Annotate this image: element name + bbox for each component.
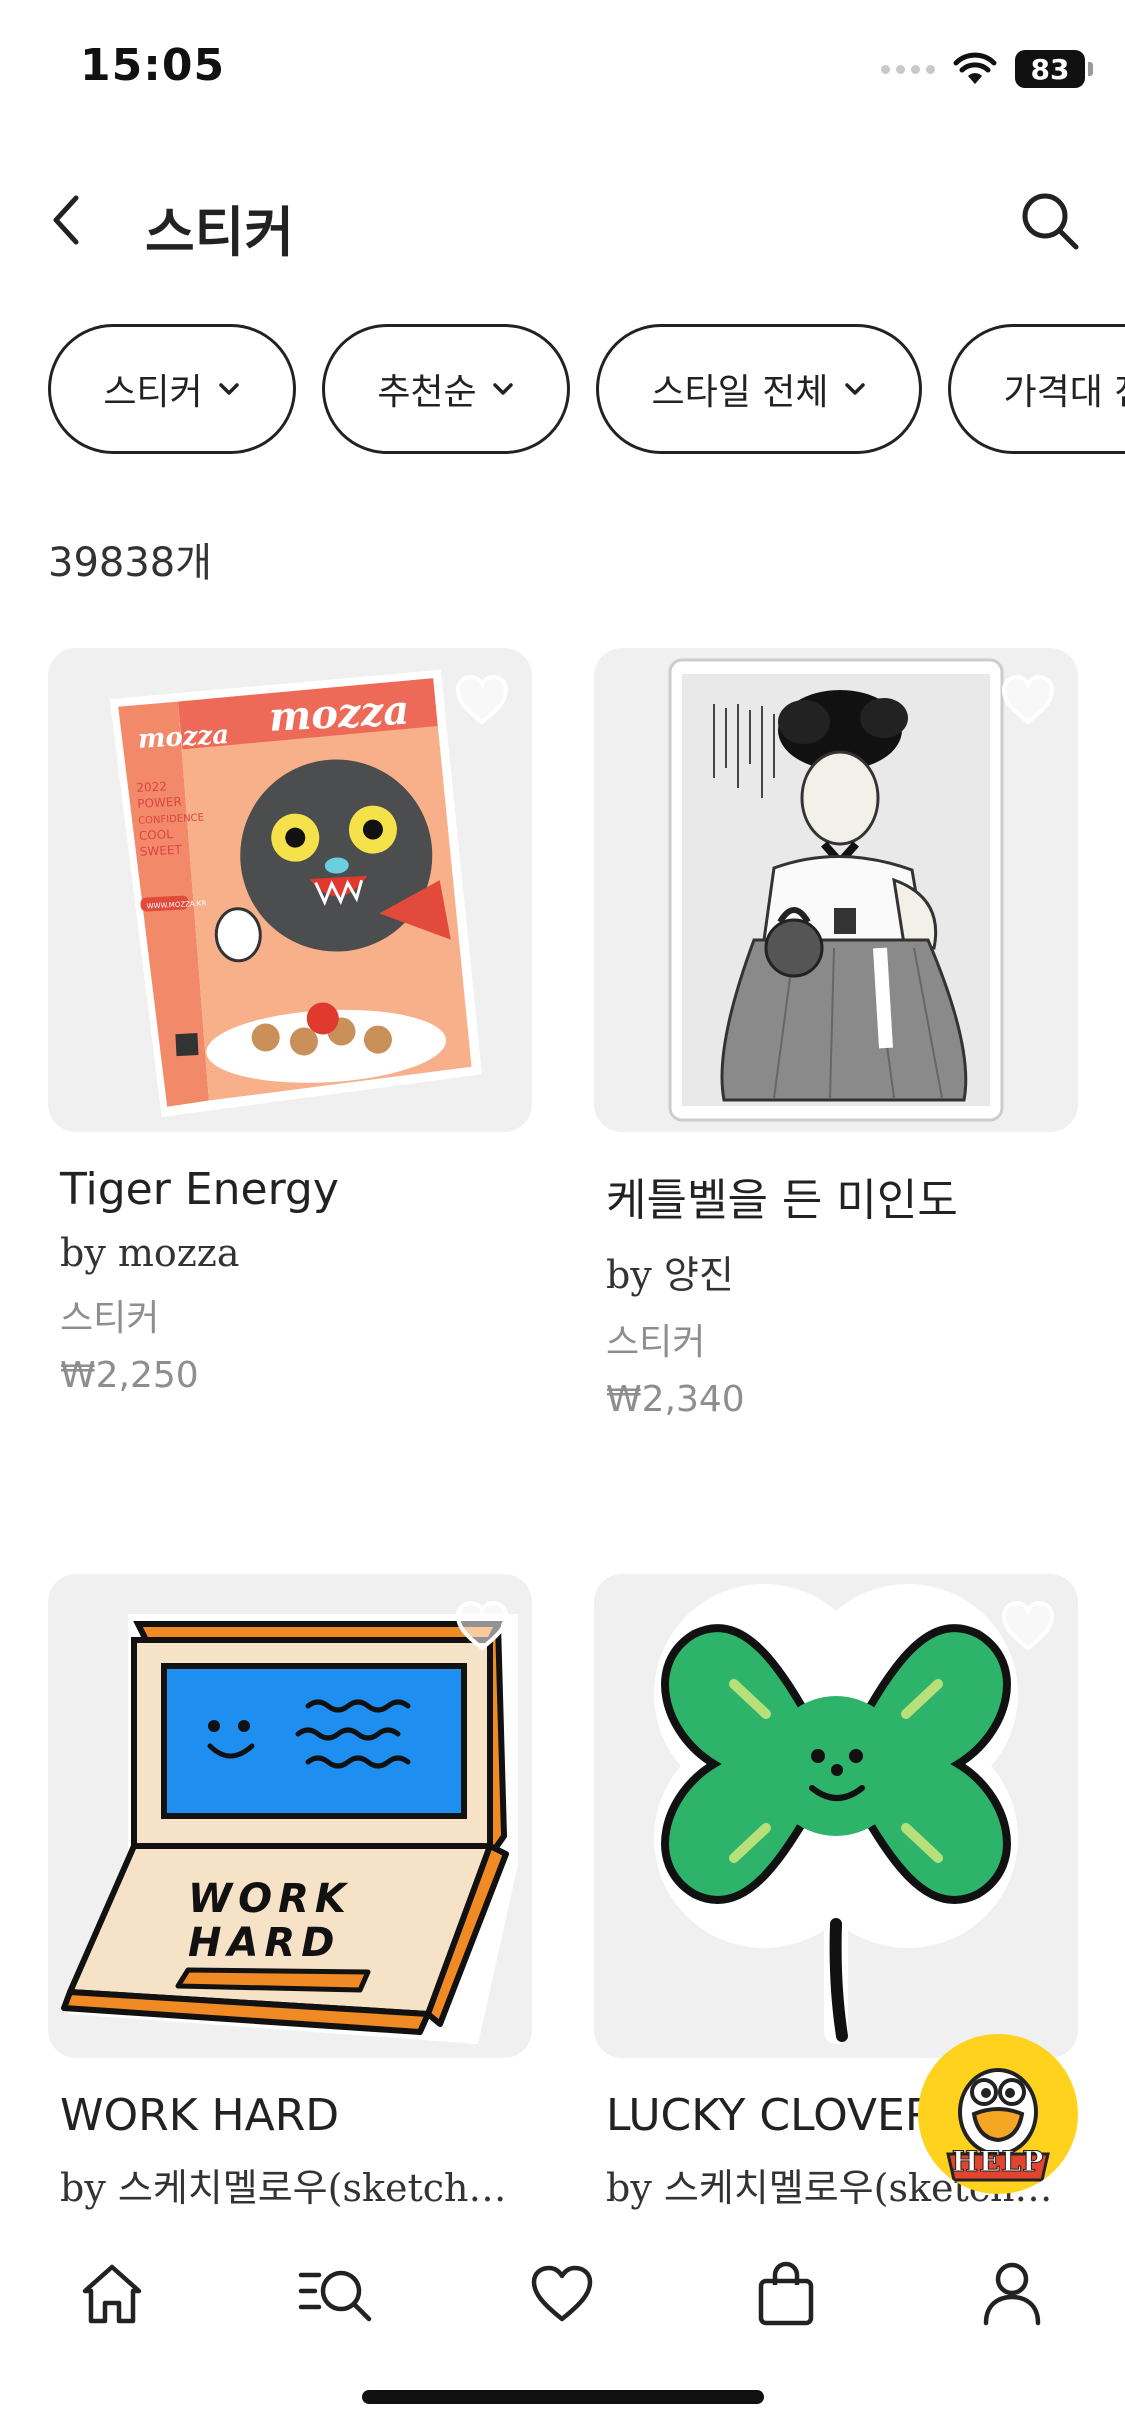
chevron-left-icon xyxy=(53,195,79,245)
nav-cart[interactable] xyxy=(746,2254,826,2334)
product-category: 스티커 xyxy=(60,1298,160,1339)
filter-sort-label: 추천순 xyxy=(377,372,477,413)
filter-bar: 스티커 추천순 스타일 전체 가격대 전체 xyxy=(48,324,1125,458)
search-button[interactable] xyxy=(1011,182,1089,260)
search-icon xyxy=(1022,193,1079,250)
nav-wishlist[interactable] xyxy=(522,2254,602,2334)
filter-category-label: 스티커 xyxy=(103,372,203,413)
heart-icon[interactable] xyxy=(1000,1600,1056,1652)
chevron-down-icon xyxy=(492,383,513,395)
nav-search[interactable] xyxy=(296,2254,376,2334)
home-icon xyxy=(82,2264,142,2324)
laptop-text-line-2: HARD xyxy=(188,1920,340,1966)
help-button[interactable]: HELP xyxy=(918,2034,1078,2194)
cellular-signal-icon xyxy=(881,64,935,74)
product-price: ₩2,250 xyxy=(60,1355,199,1396)
status-icons: 83 xyxy=(881,48,1093,90)
status-time: 15:05 xyxy=(80,40,226,91)
product-price: ₩2,340 xyxy=(606,1379,745,1420)
back-button[interactable] xyxy=(30,184,102,256)
box-side-line-5: SWEET xyxy=(139,843,182,859)
product-thumbnail[interactable] xyxy=(594,1574,1078,2058)
product-category: 스티커 xyxy=(606,1322,706,1363)
box-side-logo: mozza xyxy=(137,720,230,755)
filter-style-label: 스타일 전체 xyxy=(651,372,829,413)
chevron-down-icon xyxy=(218,383,239,395)
app-header: 스티커 xyxy=(0,160,1125,280)
product-thumbnail[interactable] xyxy=(594,648,1078,1132)
product-name: Tiger Energy xyxy=(60,1164,339,1215)
result-count: 39838개 xyxy=(48,540,213,586)
heart-icon[interactable] xyxy=(454,674,510,726)
user-icon xyxy=(983,2262,1041,2326)
nav-home[interactable] xyxy=(72,2254,152,2334)
page-title: 스티커 xyxy=(145,201,295,264)
chevron-down-icon xyxy=(844,383,865,395)
shopping-bag-icon xyxy=(758,2261,814,2326)
box-side-line-2: POWER xyxy=(137,795,182,811)
box-side-line-4: COOL xyxy=(139,827,174,843)
heart-icon[interactable] xyxy=(1000,674,1056,726)
nav-profile[interactable] xyxy=(972,2254,1052,2334)
wifi-icon xyxy=(953,52,997,84)
heart-icon[interactable] xyxy=(454,1600,510,1652)
product-card[interactable]: WORK HARD WORK HARD by 스케치멜로우(sketchmell… xyxy=(48,1574,532,2212)
filter-price-label: 가격대 전체 xyxy=(1003,372,1125,413)
laptop-text-line-1: WORK xyxy=(188,1876,352,1922)
box-side-line-1: 2022 xyxy=(136,779,167,795)
box-front-logo: mozza xyxy=(268,687,411,741)
product-author[interactable]: by mozza xyxy=(48,1231,532,1275)
filter-category-chip[interactable]: 스티커 xyxy=(48,324,296,454)
product-card[interactable]: mozza mozza 2022 POWER CONFIDENCE COOL S… xyxy=(48,648,532,1396)
product-author[interactable]: by 양진 xyxy=(594,1244,1078,1299)
product-thumbnail[interactable]: WORK HARD xyxy=(48,1574,532,2058)
filter-price-chip[interactable]: 가격대 전체 xyxy=(948,324,1125,454)
filter-sort-chip[interactable]: 추천순 xyxy=(322,324,570,454)
status-bar: 15:05 83 xyxy=(0,0,1125,140)
product-thumbnail[interactable]: mozza mozza 2022 POWER CONFIDENCE COOL S… xyxy=(48,648,532,1132)
help-label: HELP xyxy=(951,2145,1045,2179)
heart-icon xyxy=(531,2265,593,2322)
filter-style-chip[interactable]: 스타일 전체 xyxy=(596,324,922,454)
product-card[interactable]: 케틀벨을 든 미인도 by 양진 스티커 ₩2,340 xyxy=(594,648,1078,1420)
search-list-icon xyxy=(298,2270,372,2322)
product-author[interactable]: by 스케치멜로우(sketchmellow) xyxy=(48,2157,532,2212)
home-indicator[interactable] xyxy=(362,2390,764,2404)
product-name: WORK HARD xyxy=(60,2090,340,2141)
battery-icon: 83 xyxy=(1015,50,1093,88)
product-name: 케틀벨을 든 미인도 xyxy=(606,1175,958,1226)
